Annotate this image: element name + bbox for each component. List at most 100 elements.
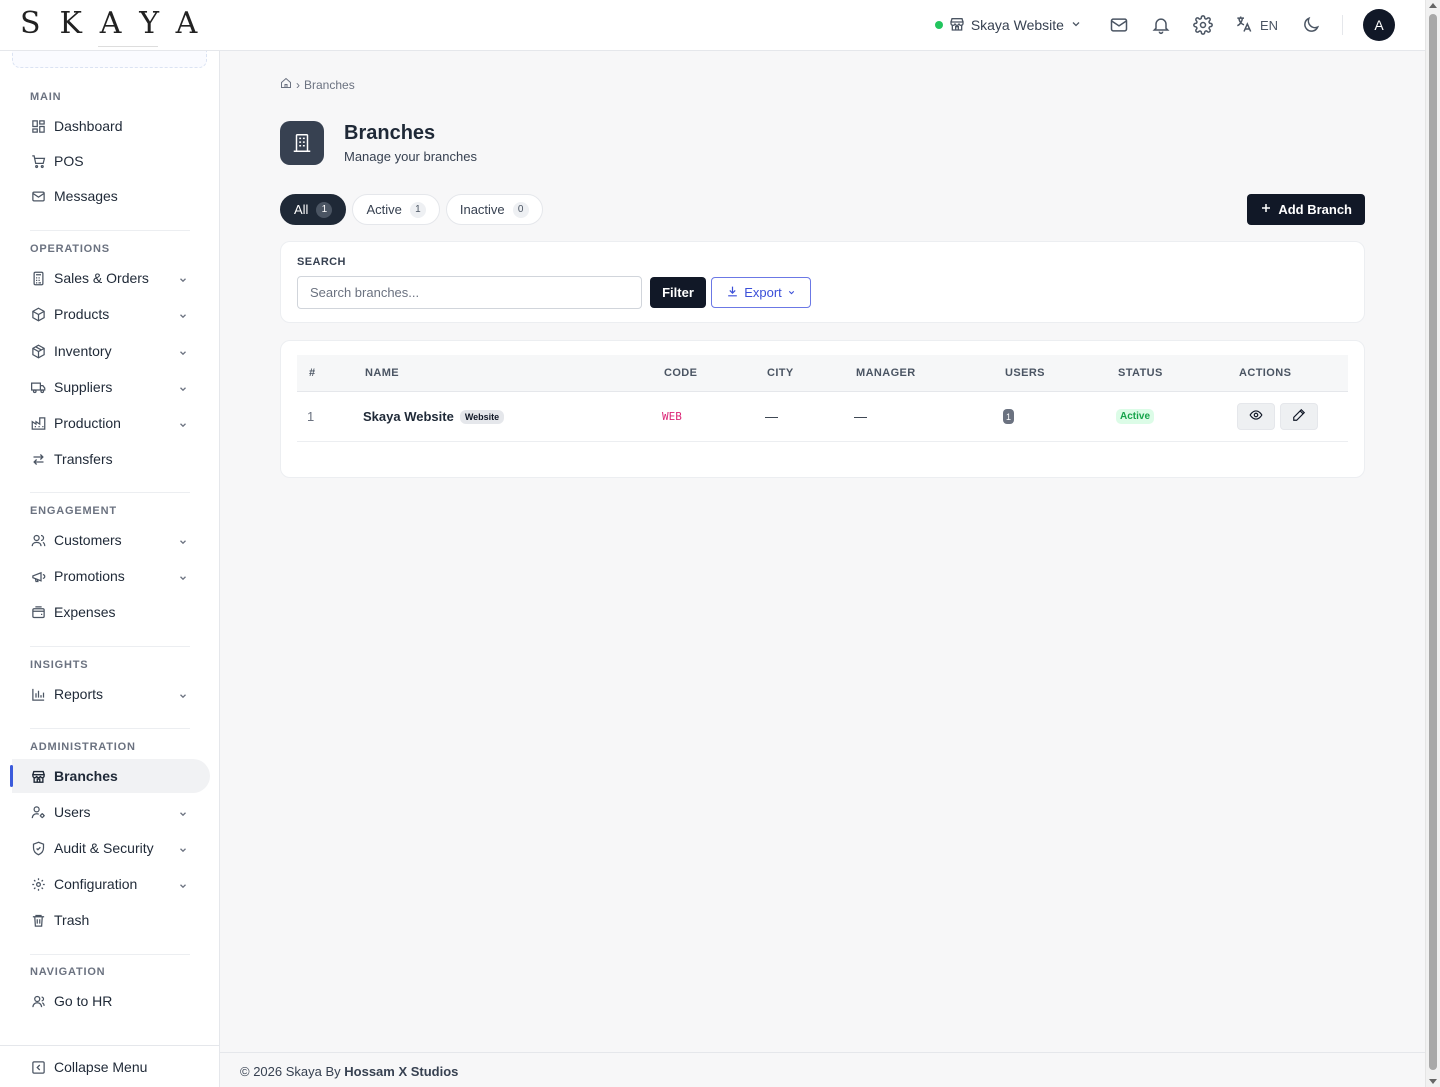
column-header-code[interactable]: CODE — [664, 367, 697, 379]
app-logo[interactable]: SKAYA — [20, 6, 216, 41]
sidebar-item-transfers[interactable]: Transfers — [12, 442, 210, 476]
chevron-down-icon — [178, 417, 188, 428]
footer-brand-link[interactable]: Hossam X Studios — [344, 1064, 458, 1079]
user-group-icon — [30, 993, 46, 1009]
building-icon — [280, 121, 324, 165]
truck-icon — [30, 379, 46, 395]
arrows-swap-icon — [30, 451, 46, 467]
sidebar-item-expenses[interactable]: Expenses — [12, 595, 210, 629]
search-input[interactable] — [297, 276, 642, 309]
sidebar-item-label: Inventory — [54, 343, 112, 359]
eye-icon — [1249, 408, 1263, 425]
collapse-menu-button[interactable]: Collapse Menu — [12, 1050, 210, 1084]
chevron-down-icon — [787, 285, 796, 300]
scroll-up-arrow[interactable] — [1429, 3, 1437, 8]
sidebar-item-users[interactable]: Users — [12, 795, 210, 829]
trash-icon — [30, 912, 46, 928]
section-divider — [30, 728, 190, 729]
sidebar-item-sales-orders[interactable]: Sales & Orders — [12, 261, 210, 295]
branch-name[interactable]: Skaya Website — [363, 409, 454, 424]
branch-manager: — — [854, 409, 867, 424]
tab-label: All — [294, 202, 309, 217]
tab-inactive[interactable]: Inactive 0 — [445, 194, 543, 225]
sidebar-item-label: Reports — [54, 686, 104, 702]
status-badge: Active — [1116, 409, 1155, 424]
gear-icon — [30, 876, 46, 892]
avatar[interactable]: A — [1363, 9, 1395, 41]
branch-name-cell: Skaya Website Website — [363, 409, 505, 424]
shield-check-icon — [30, 840, 46, 856]
column-header-name[interactable]: NAME — [365, 367, 399, 379]
column-header-users[interactable]: USERS — [1005, 367, 1045, 379]
section-label-insights: INSIGHTS — [30, 659, 89, 671]
sidebar-item-promotions[interactable]: Promotions — [12, 559, 210, 593]
filter-button[interactable]: Filter — [650, 277, 706, 308]
sidebar-item-customers[interactable]: Customers — [12, 523, 210, 557]
tab-count: 0 — [512, 201, 529, 218]
edit-button[interactable] — [1280, 403, 1318, 430]
tab-active[interactable]: Active 1 — [352, 194, 440, 225]
sidebar-item-label: Trash — [54, 912, 90, 928]
sidebar-item-label: Audit & Security — [54, 840, 154, 856]
add-branch-button[interactable]: Add Branch — [1247, 194, 1365, 225]
column-header-actions: ACTIONS — [1239, 367, 1292, 379]
sidebar-item-go-to-hr[interactable]: Go to HR — [12, 984, 210, 1018]
section-label-engagement: ENGAGEMENT — [30, 505, 117, 517]
search-card: SEARCH Filter Export — [280, 241, 1365, 323]
sidebar-item-pos[interactable]: POS — [12, 144, 210, 178]
sidebar-item-audit-security[interactable]: Audit & Security — [12, 831, 210, 865]
export-button[interactable]: Export — [711, 277, 811, 308]
collapse-bar: Collapse Menu — [0, 1045, 220, 1087]
chevron-down-icon — [1070, 17, 1082, 33]
column-header-status[interactable]: STATUS — [1118, 367, 1163, 379]
sidebar-item-dashboard[interactable]: Dashboard — [12, 109, 210, 143]
footer: © 2026 Skaya By Hossam X Studios — [220, 1052, 1425, 1087]
chevron-down-icon — [178, 308, 188, 319]
section-label-operations: OPERATIONS — [30, 243, 110, 255]
chevron-down-icon — [178, 806, 188, 817]
scroll-down-arrow[interactable] — [1429, 1079, 1437, 1084]
sidebar-item-messages[interactable]: Messages — [12, 179, 210, 213]
home-icon[interactable] — [280, 77, 292, 92]
row-index: 1 — [307, 409, 315, 424]
table-row[interactable]: 1 Skaya Website Website WEB — — 1 Active — [297, 392, 1348, 442]
online-status-dot — [934, 21, 943, 29]
chevron-down-icon — [178, 688, 188, 699]
sidebar-item-branches[interactable]: Branches — [10, 759, 210, 793]
sidebar-item-label: Customers — [54, 532, 122, 548]
chevron-down-icon — [178, 842, 188, 853]
scrollbar-thumb[interactable] — [1429, 14, 1437, 1070]
page-header: Branches Manage your branches — [280, 121, 477, 165]
breadcrumb-separator: › — [296, 77, 300, 92]
column-header-city[interactable]: CITY — [767, 367, 794, 379]
view-button[interactable] — [1237, 403, 1275, 430]
sidebar-item-label: Products — [54, 306, 110, 322]
breadcrumb-current: Branches — [304, 77, 355, 92]
bar-chart-icon — [30, 686, 46, 702]
sidebar-item-suppliers[interactable]: Suppliers — [12, 370, 210, 404]
column-header-manager[interactable]: MANAGER — [856, 367, 916, 379]
footer-copyright: © 2026 Skaya By — [240, 1064, 341, 1079]
language-switcher[interactable]: EN — [1234, 14, 1278, 37]
section-label-navigation: NAVIGATION — [30, 966, 106, 978]
mail-icon[interactable] — [1108, 14, 1130, 36]
tab-label: Inactive — [459, 202, 505, 217]
moon-icon[interactable] — [1300, 14, 1322, 36]
sidebar-item-production[interactable]: Production — [12, 406, 210, 440]
store-switcher[interactable]: Skaya Website — [934, 16, 1082, 35]
status-tabs: All 1 Active 1 Inactive 0 — [280, 194, 543, 225]
store-icon — [30, 768, 46, 784]
sidebar-item-configuration[interactable]: Configuration — [12, 867, 210, 901]
sidebar-item-products[interactable]: Products — [12, 297, 210, 331]
scrollbar[interactable] — [1425, 0, 1440, 1087]
sidebar-item-reports[interactable]: Reports — [12, 677, 210, 711]
gear-icon[interactable] — [1192, 14, 1214, 36]
sidebar-item-inventory[interactable]: Inventory — [12, 334, 210, 368]
user-cog-icon — [30, 804, 46, 820]
tab-all[interactable]: All 1 — [280, 194, 347, 225]
sidebar-item-trash[interactable]: Trash — [12, 903, 210, 937]
column-header-index: # — [309, 367, 316, 379]
sidebar-item-label: Branches — [54, 768, 118, 784]
store-name: Skaya Website — [970, 17, 1064, 33]
bell-icon[interactable] — [1150, 14, 1172, 36]
